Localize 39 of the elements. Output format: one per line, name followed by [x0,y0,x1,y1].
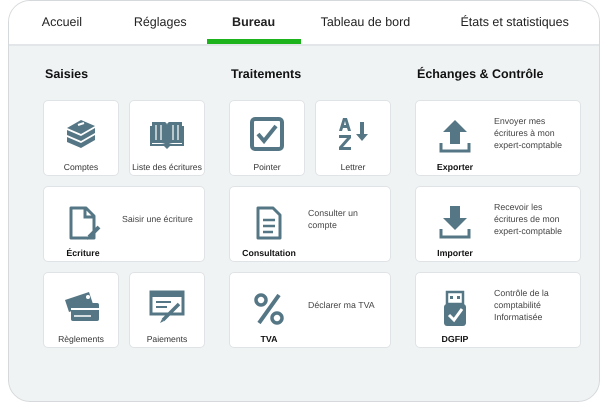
tile-label: Écriture [66,248,100,258]
tile-description: Recevoir les écritures de mon expert-comptable [494,200,563,238]
tile-description: Contrôle de la comptabilité Informatisée [494,286,550,324]
tile[interactable]: Lettrer [315,100,391,176]
tile[interactable]: Règlements [43,272,119,348]
tile-label: Liste des écritures [132,162,202,172]
tile[interactable]: DGFIP Contrôle de la comptabilité Informatisée [415,272,581,348]
tile[interactable]: Paiements [129,272,205,348]
tile-label: Paiements [146,334,188,344]
tile[interactable]: TVA Déclarer ma TVA [229,272,391,348]
tile-description: Déclarer ma TVA [308,298,376,312]
tile-label: Exporter [436,162,474,172]
tile-description: Envoyer mes écritures à mon expert-comptable [494,114,563,152]
tile-label: TVA [260,334,278,344]
tile[interactable]: Exporter Envoyer mes écritures à mon expert-comptable [415,100,581,176]
tile-label: Comptes [64,162,98,172]
tile[interactable]: Importer Recevoir les écritures de mon expert-comptable [415,186,581,262]
tile[interactable]: Pointer [229,100,305,176]
tile-label: Lettrer [340,162,366,172]
tab[interactable]: Tableau de bord [300,1,430,44]
checkbox-icon [247,114,287,154]
tile-description: Consulter un compte [308,206,359,232]
tile-description: Saisir une écriture [122,212,194,226]
tab[interactable]: Réglages [114,1,207,44]
tile-label: Pointer [253,162,281,172]
tab[interactable]: États et statistiques [430,1,599,44]
tile[interactable]: Liste des écritures [129,100,205,176]
section-title: Échanges & Contrôle [417,67,544,83]
tab[interactable]: Bureau [206,1,301,44]
section-title: Traitements [231,67,302,83]
tile[interactable]: Écriture Saisir une écriture [43,186,205,262]
tile-label: DGFIP [442,334,468,344]
tile-label: Consultation [242,248,296,258]
section-title: Saisies [45,67,90,83]
tile-label: Importer [437,248,473,258]
tile[interactable]: Consultation Consulter un compte [229,186,391,262]
tab[interactable]: Accueil [10,1,114,44]
tile-label: Règlements [58,334,104,344]
tile[interactable]: Comptes [43,100,119,176]
